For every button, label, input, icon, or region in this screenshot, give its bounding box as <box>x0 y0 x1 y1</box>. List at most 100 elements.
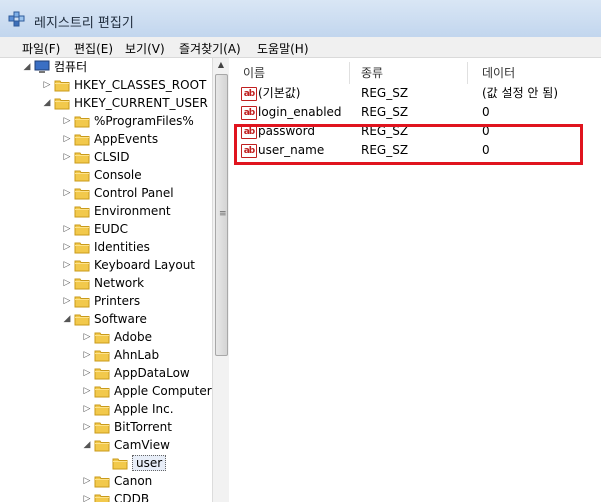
computer-icon <box>34 60 50 73</box>
value-type: REG_SZ <box>361 86 409 100</box>
folder-icon <box>74 206 90 218</box>
tree-item[interactable]: ▷ CDDB <box>0 490 228 502</box>
column-header-data[interactable]: 데이터 <box>482 62 592 84</box>
string-value-icon: ab <box>241 87 257 101</box>
collapsed-arrow-icon[interactable]: ▷ <box>62 238 72 256</box>
tree-item-label: user <box>132 455 167 471</box>
tree-item[interactable]: ▷ Apple Computer, <box>0 382 228 400</box>
folder-icon <box>74 260 90 272</box>
tree-item[interactable]: ▷ %ProgramFiles% <box>0 112 228 130</box>
folder-icon <box>74 278 90 290</box>
title-bar: 레지스트리 편집기 <box>0 0 601 38</box>
value-name: login_enabled <box>258 105 342 119</box>
collapsed-arrow-icon[interactable]: ▷ <box>82 364 92 382</box>
tree-item[interactable]: ▷ AhnLab <box>0 346 228 364</box>
scroll-up-arrow-icon[interactable]: ▲ <box>215 60 227 72</box>
tree-item-label: EUDC <box>94 222 128 236</box>
tree-item-label: Canon <box>114 474 153 488</box>
expanded-arrow-icon[interactable]: ◢ <box>42 94 52 112</box>
scroll-thumb[interactable]: ≡ <box>215 74 228 356</box>
tree-item[interactable]: ▷ Network <box>0 274 228 292</box>
tree-item-label: Apple Inc. <box>114 402 174 416</box>
collapsed-arrow-icon[interactable]: ▷ <box>82 490 92 502</box>
column-header-name[interactable]: 이름 <box>243 62 350 84</box>
folder-icon <box>74 242 90 254</box>
tree-item[interactable]: ▷ Apple Inc. <box>0 400 228 418</box>
collapsed-arrow-icon[interactable]: ▷ <box>82 382 92 400</box>
tree-item[interactable]: ▷ Keyboard Layout <box>0 256 228 274</box>
collapsed-arrow-icon[interactable]: ▷ <box>62 274 72 292</box>
menu-file[interactable]: 파일(F) <box>22 40 60 57</box>
tree-item[interactable]: ▷ EUDC <box>0 220 228 238</box>
folder-icon <box>74 116 90 128</box>
tree-item-label: HKEY_CURRENT_USER <box>74 96 208 110</box>
tree-item-label: CDDB <box>114 492 150 502</box>
collapsed-arrow-icon[interactable]: ▷ <box>62 148 72 166</box>
menu-edit[interactable]: 편집(E) <box>74 40 113 57</box>
menu-view[interactable]: 보기(V) <box>125 40 165 57</box>
collapsed-arrow-icon[interactable]: ▷ <box>62 256 72 274</box>
tree-item[interactable]: Environment <box>0 202 228 220</box>
tree-item-label: HKEY_CLASSES_ROOT <box>74 78 207 92</box>
tree-item-label: Adobe <box>114 330 152 344</box>
scroll-grip-icon: ≡ <box>219 209 227 219</box>
collapsed-arrow-icon[interactable]: ▷ <box>82 472 92 490</box>
tree-item[interactable]: ▷ Adobe <box>0 328 228 346</box>
folder-icon <box>94 440 110 452</box>
folder-icon <box>74 134 90 146</box>
value-row[interactable]: ab login_enabled REG_SZ 0 <box>229 103 601 122</box>
expanded-arrow-icon[interactable]: ◢ <box>62 310 72 328</box>
tree-item[interactable]: ◢ HKEY_CURRENT_USER <box>0 94 228 112</box>
tree-item-label: AhnLab <box>114 348 160 362</box>
collapsed-arrow-icon[interactable]: ▷ <box>42 76 52 94</box>
menu-bar: 파일(F) 편집(E) 보기(V) 즐겨찾기(A) 도움말(H) <box>0 37 601 58</box>
tree-item[interactable]: ◢ CamView <box>0 436 228 454</box>
tree-scrollbar[interactable]: ▲ ≡ <box>212 58 229 502</box>
menu-favorites[interactable]: 즐겨찾기(A) <box>179 40 241 57</box>
folder-icon <box>94 386 110 398</box>
folder-icon <box>54 80 70 92</box>
folder-icon <box>74 188 90 200</box>
tree-item[interactable]: ▷ Control Panel <box>0 184 228 202</box>
tree-item[interactable]: ▷ Canon <box>0 472 228 490</box>
tree-item[interactable]: ▷ AppDataLow <box>0 364 228 382</box>
menu-help[interactable]: 도움말(H) <box>257 40 309 57</box>
tree-item-label: Apple Computer, <box>114 384 216 398</box>
tree-item[interactable]: ▷ CLSID <box>0 148 228 166</box>
value-type: REG_SZ <box>361 105 409 119</box>
tree-item-label: Keyboard Layout <box>94 258 196 272</box>
expanded-arrow-icon[interactable]: ◢ <box>22 58 32 76</box>
value-data: (값 설정 안 됨) <box>482 86 559 100</box>
tree-item[interactable]: ▷ AppEvents <box>0 130 228 148</box>
folder-icon <box>94 332 110 344</box>
folder-icon <box>94 350 110 362</box>
tree-item[interactable]: Console <box>0 166 228 184</box>
collapsed-arrow-icon[interactable]: ▷ <box>62 130 72 148</box>
folder-icon <box>74 152 90 164</box>
collapsed-arrow-icon[interactable]: ▷ <box>82 328 92 346</box>
column-header-type[interactable]: 종류 <box>361 62 468 84</box>
tree-item-label: Environment <box>94 204 171 218</box>
tree-item[interactable]: ▷ BitTorrent <box>0 418 228 436</box>
collapsed-arrow-icon[interactable]: ▷ <box>62 292 72 310</box>
tree-item[interactable]: ▷ HKEY_CLASSES_ROOT <box>0 76 228 94</box>
collapsed-arrow-icon[interactable]: ▷ <box>82 400 92 418</box>
tree-item[interactable]: ▷ Identities <box>0 238 228 256</box>
collapsed-arrow-icon[interactable]: ▷ <box>62 220 72 238</box>
value-row[interactable]: ab (기본값) REG_SZ (값 설정 안 됨) <box>229 84 601 103</box>
tree-item-label: Printers <box>94 294 141 308</box>
expanded-arrow-icon[interactable]: ◢ <box>82 436 92 454</box>
registry-editor-icon <box>8 11 25 27</box>
collapsed-arrow-icon[interactable]: ▷ <box>82 418 92 436</box>
tree-item-label: %ProgramFiles% <box>94 114 194 128</box>
collapsed-arrow-icon[interactable]: ▷ <box>82 346 92 364</box>
registry-tree[interactable]: ◢ 컴퓨터 ▷ HKEY_CLASSES_ROOT ◢ HKEY_CURRENT_USER… <box>0 58 229 502</box>
tree-item-label: BitTorrent <box>114 420 172 434</box>
tree-item[interactable]: user <box>0 454 228 472</box>
collapsed-arrow-icon[interactable]: ▷ <box>62 184 72 202</box>
tree-item[interactable]: ◢ Software <box>0 310 228 328</box>
collapsed-arrow-icon[interactable]: ▷ <box>62 112 72 130</box>
tree-item[interactable]: ▷ Printers <box>0 292 228 310</box>
string-value-icon: ab <box>241 106 257 120</box>
tree-item[interactable]: ◢ 컴퓨터 <box>0 58 228 76</box>
